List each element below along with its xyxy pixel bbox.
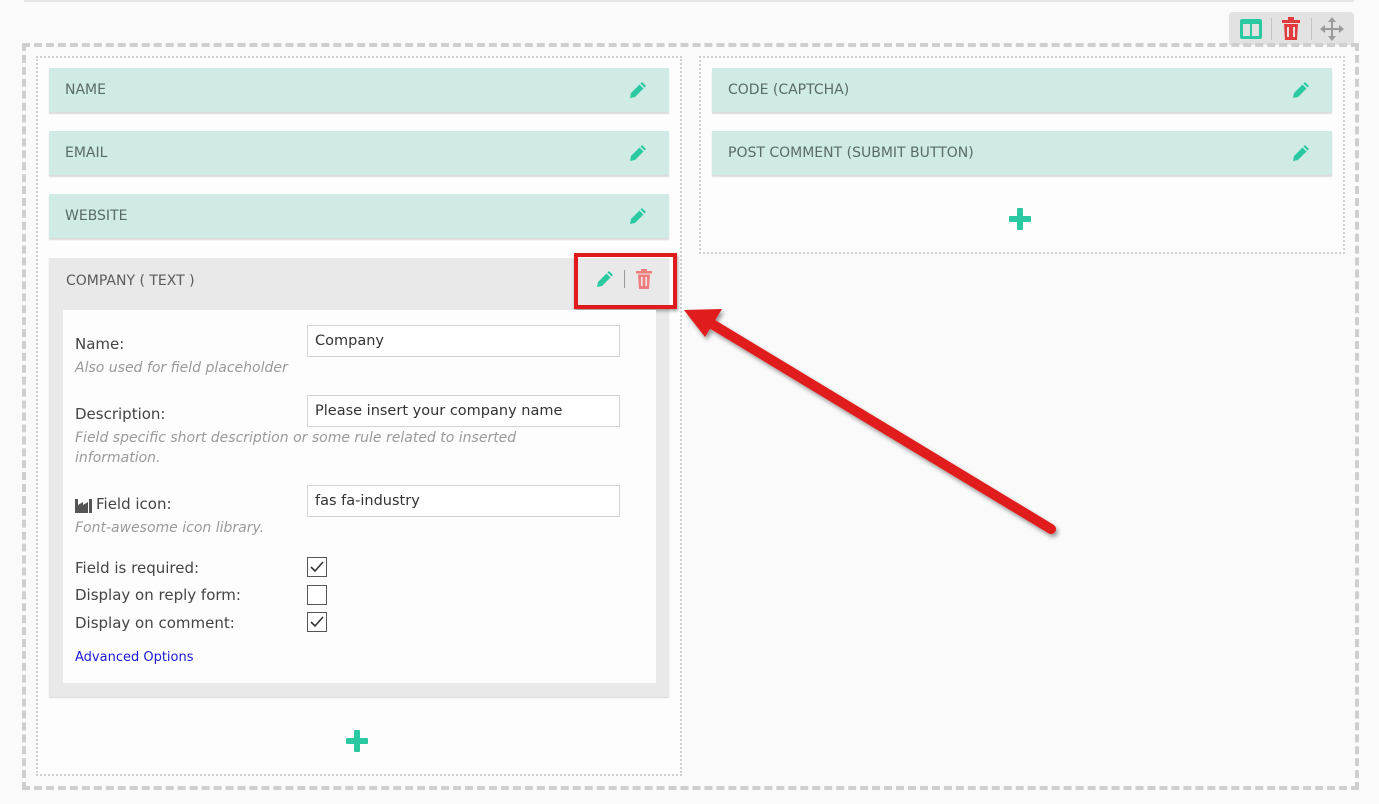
highlight-box xyxy=(574,253,677,309)
pencil-icon[interactable] xyxy=(627,142,649,164)
pencil-icon[interactable] xyxy=(627,205,649,227)
comment-label: Display on comment: xyxy=(75,614,235,632)
company-field-header: COMPANY ( TEXT ) xyxy=(66,273,195,289)
field-label: EMAIL xyxy=(65,145,108,161)
industry-icon xyxy=(75,498,92,513)
columns-icon[interactable] xyxy=(1238,16,1264,42)
required-label: Field is required: xyxy=(75,559,200,577)
field-label: CODE (CAPTCHA) xyxy=(728,82,850,98)
field-website[interactable]: WEBSITE xyxy=(49,194,669,238)
icon-hint: Font-awesome icon library. xyxy=(75,520,265,536)
required-checkbox[interactable] xyxy=(307,557,327,577)
description-label: Description: xyxy=(75,405,166,423)
pencil-icon[interactable] xyxy=(627,79,649,101)
icon-input[interactable]: fas fa-industry xyxy=(307,485,620,517)
add-field-left-button[interactable] xyxy=(344,728,370,754)
field-label: NAME xyxy=(65,82,106,98)
comment-checkbox[interactable] xyxy=(307,612,327,632)
field-label: POST COMMENT (SUBMIT BUTTON) xyxy=(728,145,974,161)
field-name[interactable]: NAME xyxy=(49,68,669,112)
name-input[interactable]: Company xyxy=(307,325,620,357)
top-divider xyxy=(24,0,1354,2)
reply-form-checkbox[interactable] xyxy=(307,585,327,605)
pencil-icon[interactable] xyxy=(1290,142,1312,164)
name-hint: Also used for field placeholder xyxy=(75,360,288,376)
pencil-icon[interactable] xyxy=(1290,79,1312,101)
toolbar-separator xyxy=(1270,17,1272,40)
row-toolbar xyxy=(1229,12,1354,45)
icon-label: Field icon: xyxy=(96,495,172,513)
reply-form-label: Display on reply form: xyxy=(75,586,241,604)
name-label: Name: xyxy=(75,335,125,353)
toolbar-separator xyxy=(1311,17,1313,40)
add-field-right-button[interactable] xyxy=(1007,206,1033,232)
field-submit-button[interactable]: POST COMMENT (SUBMIT BUTTON) xyxy=(712,131,1332,175)
description-input[interactable]: Please insert your company name xyxy=(307,395,620,427)
field-email[interactable]: EMAIL xyxy=(49,131,669,175)
advanced-options-link[interactable]: Advanced Options xyxy=(75,650,194,665)
field-captcha[interactable]: CODE (CAPTCHA) xyxy=(712,68,1332,112)
field-label: WEBSITE xyxy=(65,208,128,224)
move-icon[interactable] xyxy=(1319,16,1345,42)
trash-icon[interactable] xyxy=(1278,16,1304,42)
description-hint: Field specific short description or some… xyxy=(75,430,517,466)
